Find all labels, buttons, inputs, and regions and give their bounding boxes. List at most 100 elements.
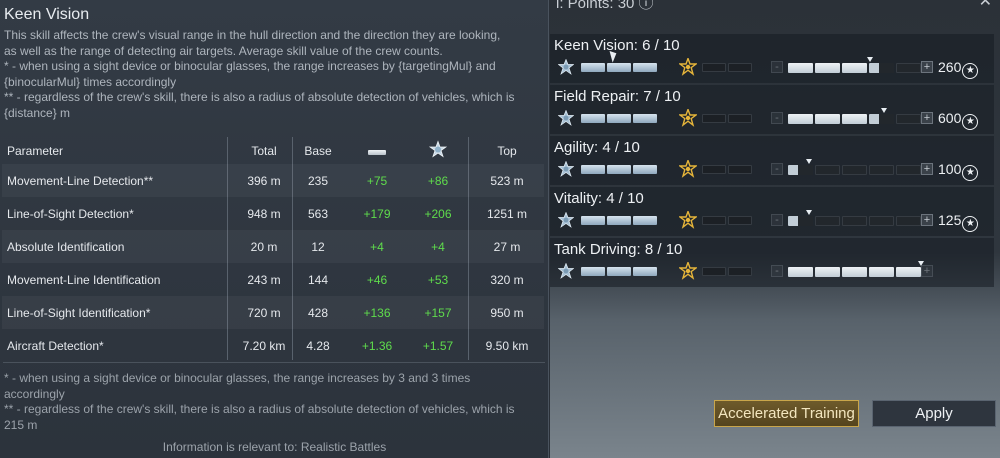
cell-bonus1: +1.36 bbox=[361, 338, 393, 353]
footnote-line: 215 m bbox=[4, 417, 38, 432]
skill-cost: 600 ★ bbox=[938, 110, 979, 130]
info-relevance: Information is relevant to: Realistic Ba… bbox=[162, 440, 387, 454]
crew-star-icon bbox=[557, 262, 575, 279]
progress-marker bbox=[806, 159, 812, 164]
cost-value: 600 bbox=[938, 110, 962, 126]
cell-total: 396 m bbox=[247, 173, 281, 188]
expert-badge-icon bbox=[677, 209, 699, 229]
cell-base: 144 bbox=[307, 272, 329, 287]
expert-level-bar bbox=[702, 114, 752, 123]
progress-marker bbox=[806, 210, 812, 215]
cost-value: 100 bbox=[938, 161, 962, 177]
skill-row[interactable]: Tank Driving: 8 / 10 - + bbox=[550, 238, 994, 287]
skill-name: Agility: 4 / 10 bbox=[554, 139, 640, 156]
lion-icon: ★ bbox=[962, 216, 979, 232]
description-line: {distance} m bbox=[4, 105, 71, 120]
table-row: Movement-Line Identification 243 m 144 +… bbox=[2, 263, 544, 296]
header-top: Top bbox=[497, 143, 517, 158]
decrease-skill-button[interactable]: - bbox=[771, 112, 783, 124]
decrease-skill-button[interactable]: - bbox=[771, 214, 783, 226]
cell-total: 720 m bbox=[247, 305, 281, 320]
increase-skill-button[interactable]: + bbox=[921, 163, 933, 175]
decrease-skill-button[interactable]: - bbox=[771, 163, 783, 175]
progress-marker bbox=[867, 57, 873, 62]
skill-cost: 125 ★ bbox=[938, 212, 979, 232]
lion-icon: ★ bbox=[962, 63, 979, 79]
tooltip-description: This skill affects the crew's visual ran… bbox=[4, 28, 539, 121]
decrease-skill-button[interactable]: - bbox=[771, 61, 783, 73]
expert-level-bar bbox=[702, 63, 752, 72]
skill-row[interactable]: Agility: 4 / 10 - +100 ★ bbox=[550, 136, 994, 185]
skill-name: Keen Vision: 6 / 10 bbox=[554, 37, 680, 54]
lion-icon: ★ bbox=[962, 165, 979, 181]
cell-top: 950 m bbox=[490, 305, 524, 320]
decrease-skill-button[interactable]: - bbox=[771, 265, 783, 277]
cell-base: 12 bbox=[311, 239, 325, 254]
progress-marker bbox=[881, 108, 887, 113]
table-row: Line-of-Sight Identification* 720 m 428 … bbox=[2, 296, 544, 329]
tooltip-footnotes: * - when using a sight device or binocul… bbox=[4, 371, 544, 433]
description-line: This skill affects the crew's visual ran… bbox=[4, 28, 501, 42]
skill-progress-bar bbox=[788, 165, 921, 175]
skill-progress-bar bbox=[788, 114, 921, 124]
cell-top: 1251 m bbox=[486, 206, 528, 221]
cell-bonus1: +4 bbox=[370, 239, 384, 254]
lion-icon: ★ bbox=[962, 114, 979, 130]
cell-parameter: Aircraft Detection* bbox=[7, 338, 104, 353]
cell-base: 428 bbox=[307, 305, 329, 320]
description-line: ** - regardless of the crew's skill, the… bbox=[4, 90, 515, 104]
cell-bonus1: +179 bbox=[363, 206, 391, 221]
cell-base: 4.28 bbox=[306, 338, 330, 353]
footnote-divider bbox=[3, 362, 545, 363]
points-header: l: Points: 30 ⓘ bbox=[556, 0, 654, 12]
footnote-line: ** - regardless of the crew's skill, the… bbox=[4, 402, 515, 416]
skill-progress-bar bbox=[788, 63, 921, 73]
expert-level-bar bbox=[702, 267, 752, 276]
cell-parameter: Movement-Line Identification bbox=[7, 272, 161, 287]
increase-skill-button[interactable]: + bbox=[921, 61, 933, 73]
accelerated-training-button[interactable]: Accelerated Training bbox=[714, 400, 859, 427]
close-icon[interactable]: ✕ bbox=[979, 0, 992, 11]
cell-total: 20 m bbox=[250, 239, 278, 254]
cell-bonus1: +136 bbox=[363, 305, 391, 320]
cell-bonus2: +157 bbox=[424, 305, 452, 320]
expert-badge-icon bbox=[677, 158, 699, 178]
cell-base: 563 bbox=[307, 206, 329, 221]
increase-skill-button[interactable]: + bbox=[921, 265, 933, 277]
skill-row[interactable]: Vitality: 4 / 10 - +125 ★ bbox=[550, 187, 994, 236]
expert-badge-icon bbox=[677, 56, 699, 76]
increase-skill-button[interactable]: + bbox=[921, 214, 933, 226]
cell-bonus1: +75 bbox=[366, 173, 388, 188]
cell-total: 948 m bbox=[247, 206, 281, 221]
expert-crew-icon bbox=[408, 139, 468, 161]
parameter-table: Parameter Total Base Top Movement-Line D… bbox=[2, 137, 544, 362]
apply-button[interactable]: Apply bbox=[872, 400, 996, 427]
cost-value: 125 bbox=[938, 212, 962, 228]
expert-level-bar bbox=[702, 165, 752, 174]
crew-star-icon bbox=[557, 109, 575, 126]
skill-progress-bar bbox=[788, 267, 921, 277]
cost-value: 260 bbox=[938, 59, 962, 75]
cell-base: 235 bbox=[307, 173, 329, 188]
cell-bonus1: +46 bbox=[366, 272, 388, 287]
increase-skill-button[interactable]: + bbox=[921, 112, 933, 124]
expert-badge-icon bbox=[677, 260, 699, 280]
cell-top: 320 m bbox=[490, 272, 524, 287]
header-total: Total bbox=[251, 143, 277, 158]
crew-level-bar bbox=[581, 63, 657, 72]
description-line: as well as the range of detecting air ta… bbox=[4, 43, 443, 58]
skill-name: Tank Driving: 8 / 10 bbox=[554, 241, 683, 258]
cell-bonus2: +206 bbox=[424, 206, 452, 221]
tooltip-title: Keen Vision bbox=[4, 6, 90, 23]
cell-bonus2: +1.57 bbox=[422, 338, 454, 353]
cell-top: 523 m bbox=[490, 173, 524, 188]
cell-parameter: Absolute Identification bbox=[7, 239, 125, 254]
crew-level-bar bbox=[581, 267, 657, 276]
skill-row[interactable]: Field Repair: 7 / 10 - +600 ★ bbox=[550, 85, 994, 134]
description-line: * - when using a sight device or binocul… bbox=[4, 59, 496, 73]
crew-skills-panel: l: Points: 30 ⓘ ✕ Keen Vision: 6 / 10 - +2… bbox=[550, 0, 1000, 458]
footnote-line: * - when using a sight device or binocul… bbox=[4, 371, 471, 385]
table-header-row: Parameter Total Base Top bbox=[2, 137, 544, 164]
skill-tooltip: Keen Vision This skill affects the crew'… bbox=[0, 0, 549, 458]
skill-progress-bar bbox=[788, 216, 921, 226]
